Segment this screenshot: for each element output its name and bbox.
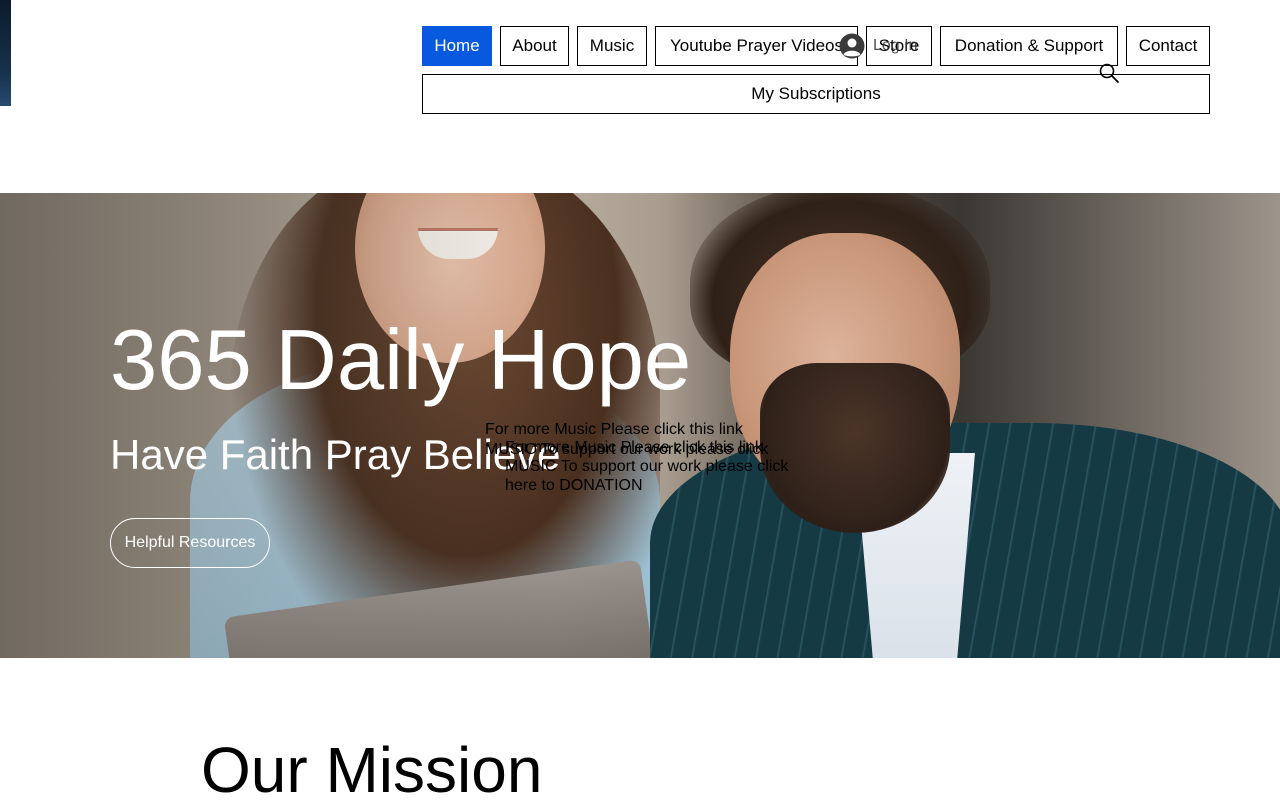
music-link-text[interactable]: For more Music Please click this link	[485, 420, 743, 439]
hero-photo-man-beard	[760, 363, 950, 533]
hero-shade	[0, 193, 560, 658]
nav-home[interactable]: Home	[422, 26, 492, 66]
donation-link-text-end[interactable]: here to DONATION	[505, 476, 643, 495]
hero-title: 365 Daily Hope	[110, 313, 692, 408]
account-circle-icon	[839, 33, 865, 59]
nav-music[interactable]: Music	[577, 26, 647, 66]
donation-link-text-duplicate[interactable]: MUSIC To support our work please click	[505, 457, 788, 476]
nav-about[interactable]: About	[500, 26, 569, 66]
login-button[interactable]: Log In	[839, 32, 917, 60]
music-link-text-duplicate[interactable]: For more Music Please click this link	[505, 438, 763, 457]
helpful-resources-button[interactable]: Helpful Resources	[110, 518, 270, 568]
nav-donation-support[interactable]: Donation & Support	[940, 26, 1118, 66]
login-label: Log In	[873, 37, 918, 54]
nav-youtube-prayer-videos[interactable]: Youtube Prayer Videos	[655, 26, 858, 66]
search-icon[interactable]	[1098, 62, 1120, 84]
nav-my-subscriptions[interactable]: My Subscriptions	[422, 74, 1210, 114]
logo-edge	[0, 0, 11, 106]
nav-contact[interactable]: Contact	[1126, 26, 1210, 66]
mission-title: Our Mission	[201, 734, 543, 806]
